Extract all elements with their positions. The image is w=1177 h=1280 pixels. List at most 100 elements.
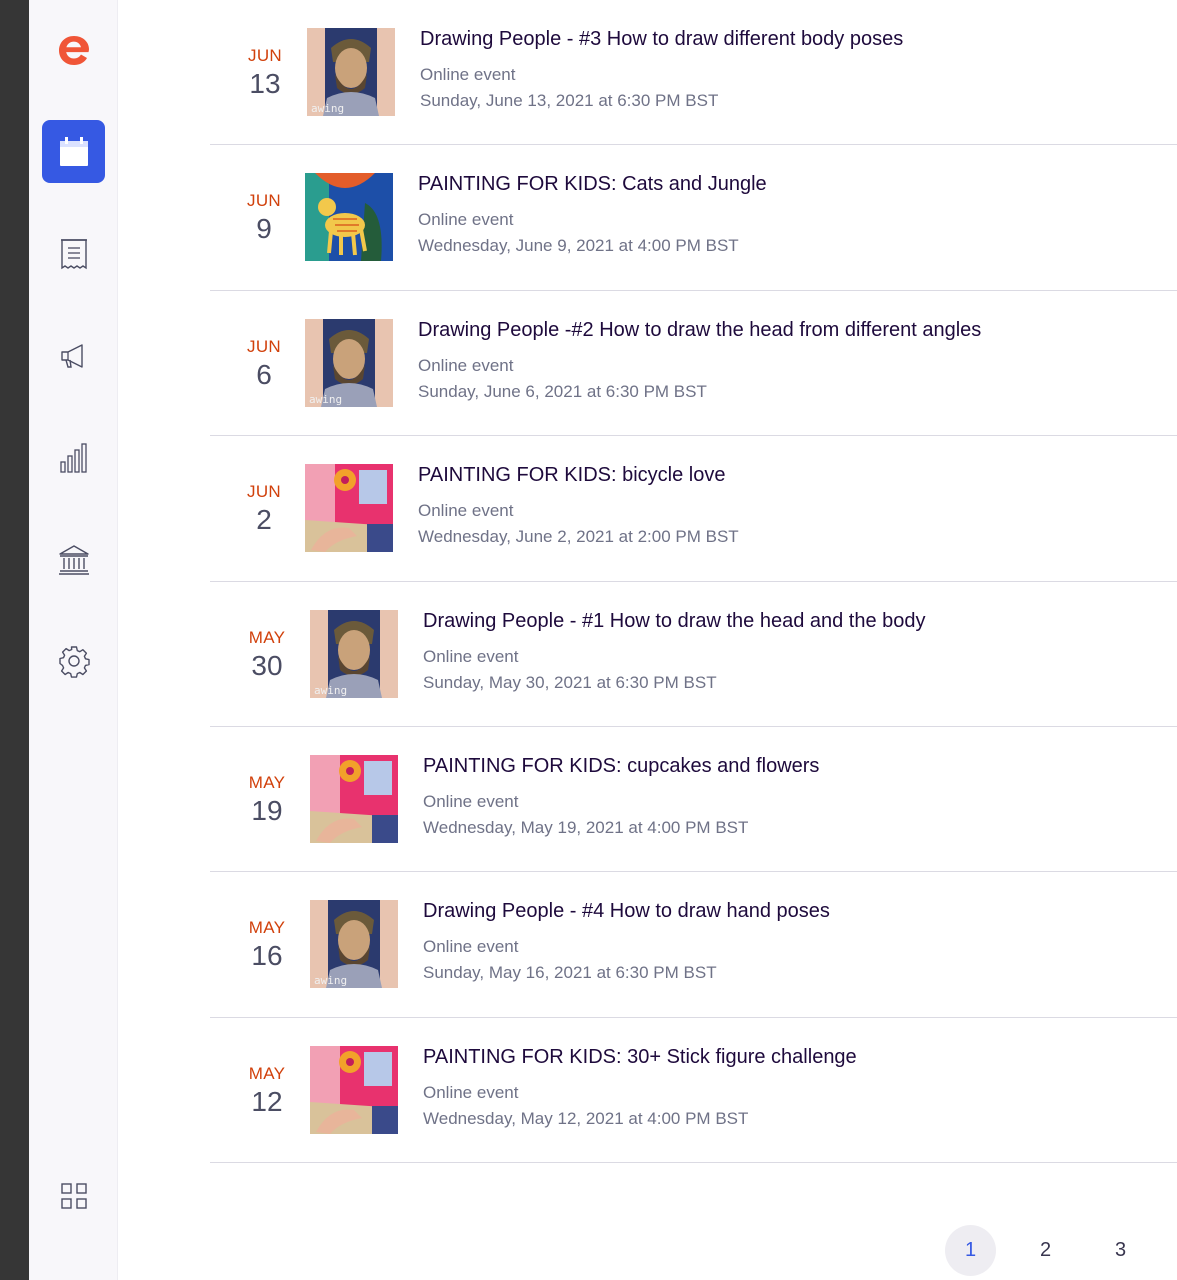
bar-chart-icon xyxy=(59,442,87,473)
sidebar-item-events[interactable] xyxy=(42,120,105,183)
event-day: 6 xyxy=(256,358,272,390)
event-datetime: Sunday, June 6, 2021 at 6:30 PM BST xyxy=(418,381,707,401)
event-date: MAY 30 xyxy=(237,628,297,682)
event-month: JUN xyxy=(247,336,281,356)
event-date: MAY 19 xyxy=(237,773,297,827)
event-row[interactable]: JUN 13 awing Drawing People - #3 How to … xyxy=(210,0,1177,146)
sidebar-item-finance[interactable] xyxy=(42,528,105,591)
page-button-3[interactable]: 3 xyxy=(1095,1225,1146,1276)
event-thumbnail[interactable] xyxy=(305,173,393,262)
event-row[interactable]: MAY 16 awing Drawing People - #4 How to … xyxy=(210,872,1177,1018)
event-row[interactable]: MAY 30 awing Drawing People - #1 How to … xyxy=(210,582,1177,727)
gear-icon xyxy=(58,645,90,678)
cat-jungle-artwork xyxy=(305,173,393,262)
event-row[interactable]: JUN 9 PAINTING FOR KIDS: Cats and Jungle… xyxy=(210,145,1177,291)
event-date: JUN 2 xyxy=(234,482,294,536)
svg-text:awing: awing xyxy=(311,102,344,115)
event-location: Online event xyxy=(423,791,519,811)
event-day: 16 xyxy=(251,940,283,972)
event-date: JUN 6 xyxy=(234,337,294,391)
event-thumbnail[interactable] xyxy=(310,754,398,843)
receipt-icon xyxy=(60,238,87,269)
event-date: JUN 9 xyxy=(234,191,294,245)
event-datetime: Sunday, June 13, 2021 at 6:30 PM BST xyxy=(420,91,719,110)
event-thumbnail[interactable]: awing xyxy=(310,900,398,989)
event-datetime: Wednesday, June 2, 2021 at 2:00 PM BST xyxy=(418,527,739,547)
window-edge xyxy=(0,0,29,1280)
event-info: PAINTING FOR KIDS: Cats and Jungle Onlin… xyxy=(418,173,767,256)
calendar-icon xyxy=(59,136,88,166)
event-day: 30 xyxy=(251,649,283,681)
event-month: JUN xyxy=(248,46,282,65)
event-info: Drawing People -#2 How to draw the head … xyxy=(418,319,981,402)
event-month: JUN xyxy=(247,482,281,502)
event-thumbnail[interactable]: awing xyxy=(305,318,393,407)
event-day: 9 xyxy=(256,213,272,245)
event-location: Online event xyxy=(418,501,514,521)
event-datetime: Wednesday, June 9, 2021 at 4:00 PM BST xyxy=(418,236,739,256)
drawing-people-artwork: awing xyxy=(310,609,398,698)
event-row[interactable]: JUN 6 awing Drawing People -#2 How to dr… xyxy=(210,291,1177,437)
event-day: 12 xyxy=(251,1085,283,1117)
event-list: JUN 13 awing Drawing People - #3 How to … xyxy=(210,0,1177,1164)
event-location: Online event xyxy=(420,65,516,84)
drawing-people-artwork: awing xyxy=(307,28,395,116)
kids-painting-artwork xyxy=(305,464,393,553)
event-datetime: Sunday, May 16, 2021 at 6:30 PM BST xyxy=(423,963,717,983)
event-title[interactable]: Drawing People -#2 How to draw the head … xyxy=(418,319,981,342)
event-date: MAY 16 xyxy=(237,918,297,972)
event-datetime: Sunday, May 30, 2021 at 6:30 PM BST xyxy=(423,672,717,692)
event-info: Drawing People - #4 How to draw hand pos… xyxy=(423,900,830,983)
bank-icon xyxy=(58,544,89,575)
event-month: MAY xyxy=(248,772,286,792)
event-date: MAY 12 xyxy=(237,1064,297,1118)
event-date: JUN 13 xyxy=(235,46,295,100)
event-title[interactable]: Drawing People - #1 How to draw the head… xyxy=(423,610,926,633)
event-info: Drawing People - #3 How to draw differen… xyxy=(420,28,903,111)
event-row[interactable]: JUN 2 PAINTING FOR KIDS: bicycle love On… xyxy=(210,436,1177,582)
event-datetime: Wednesday, May 12, 2021 at 4:00 PM BST xyxy=(423,1108,749,1128)
sidebar-item-orders[interactable] xyxy=(42,222,105,285)
sidebar-item-settings[interactable] xyxy=(42,629,105,692)
event-row[interactable]: MAY 12 PAINTING FOR KIDS: 30+ Stick figu… xyxy=(210,1018,1177,1164)
sidebar-item-marketing[interactable] xyxy=(42,324,105,387)
grid-icon xyxy=(60,1182,87,1209)
event-day: 13 xyxy=(249,68,281,99)
event-row[interactable]: MAY 19 PAINTING FOR KIDS: cupcakes and f… xyxy=(210,727,1177,873)
svg-text:awing: awing xyxy=(314,684,347,697)
apps-grid-button[interactable] xyxy=(42,1164,105,1227)
event-location: Online event xyxy=(418,210,514,230)
event-thumbnail[interactable]: awing xyxy=(310,609,398,698)
event-thumbnail[interactable] xyxy=(305,464,393,553)
event-location: Online event xyxy=(423,1082,519,1102)
event-title[interactable]: PAINTING FOR KIDS: Cats and Jungle xyxy=(418,173,767,196)
event-location: Online event xyxy=(418,355,514,375)
pagination: 1 2 3 xyxy=(945,1225,1146,1276)
event-title[interactable]: PAINTING FOR KIDS: cupcakes and flowers xyxy=(423,755,819,778)
event-month: MAY xyxy=(248,918,286,938)
event-thumbnail[interactable]: awing xyxy=(307,28,395,116)
event-title[interactable]: Drawing People - #3 How to draw differen… xyxy=(420,28,903,51)
event-month: MAY xyxy=(248,627,286,647)
event-title[interactable]: PAINTING FOR KIDS: 30+ Stick figure chal… xyxy=(423,1046,857,1069)
sidebar xyxy=(29,0,118,1280)
svg-text:awing: awing xyxy=(309,393,342,406)
svg-text:awing: awing xyxy=(314,974,347,987)
event-month: JUN xyxy=(247,191,281,211)
event-info: PAINTING FOR KIDS: cupcakes and flowers … xyxy=(423,755,819,838)
sidebar-item-reports[interactable] xyxy=(42,426,105,489)
event-datetime: Wednesday, May 19, 2021 at 4:00 PM BST xyxy=(423,817,749,837)
event-title[interactable]: PAINTING FOR KIDS: bicycle love xyxy=(418,464,739,487)
event-thumbnail[interactable] xyxy=(310,1045,398,1134)
event-title[interactable]: Drawing People - #4 How to draw hand pos… xyxy=(423,900,830,923)
kids-painting-artwork xyxy=(310,754,398,843)
page-button-2[interactable]: 2 xyxy=(1020,1225,1071,1276)
event-info: PAINTING FOR KIDS: 30+ Stick figure chal… xyxy=(423,1046,857,1129)
event-info: PAINTING FOR KIDS: bicycle love Online e… xyxy=(418,464,739,547)
event-day: 19 xyxy=(251,794,283,826)
page-button-1[interactable]: 1 xyxy=(945,1225,996,1276)
eventbrite-logo[interactable] xyxy=(53,30,93,70)
drawing-people-artwork: awing xyxy=(310,900,398,989)
event-location: Online event xyxy=(423,937,519,957)
event-location: Online event xyxy=(423,646,519,666)
